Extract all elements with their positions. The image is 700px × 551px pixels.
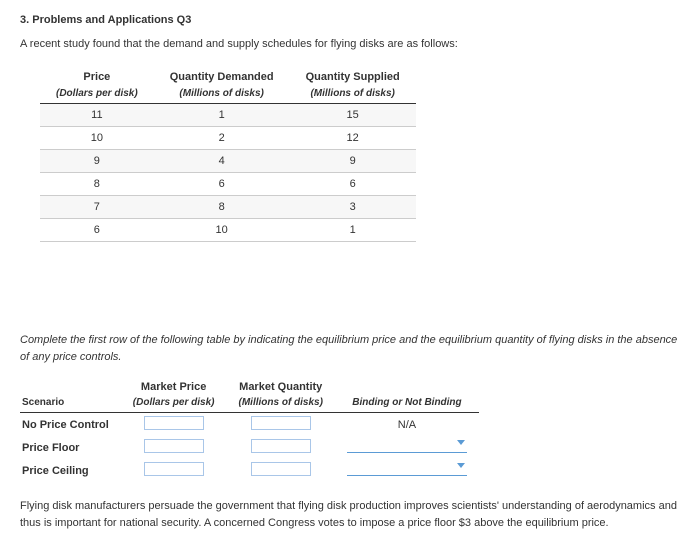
blank-head2: [335, 379, 479, 395]
binding-dropdown[interactable]: [347, 439, 467, 453]
table-row: 6101: [40, 219, 416, 242]
unit-market-qty: (Millions of disks): [227, 395, 335, 413]
qty-cell: [227, 459, 335, 482]
scenario-label: Price Ceiling: [20, 459, 121, 482]
table-row: 11115: [40, 104, 416, 127]
cell: 2: [154, 127, 290, 150]
unit-qs: (Millions of disks): [290, 86, 416, 104]
blank-head: [20, 379, 121, 395]
question-heading: 3. Problems and Applications Q3: [20, 14, 680, 26]
market-qty-input[interactable]: [251, 416, 311, 430]
cell: 6: [154, 173, 290, 196]
answer-table: Market Price Market Quantity Scenario (D…: [20, 379, 479, 482]
cell: 9: [40, 150, 154, 173]
intro-text: A recent study found that the demand and…: [20, 38, 680, 50]
price-cell: [121, 459, 227, 482]
unit-market-price: (Dollars per disk): [121, 395, 227, 413]
data-body: 11115102129498667836101: [40, 104, 416, 242]
cell: 11: [40, 104, 154, 127]
answer-body: No Price Control N/A Price FloorPrice Ceil…: [20, 413, 479, 483]
answer-row: Price Ceiling: [20, 459, 479, 482]
cell: 7: [40, 196, 154, 219]
cell: 6: [290, 173, 416, 196]
price-cell: [121, 436, 227, 459]
answer-row: Price Floor: [20, 436, 479, 459]
market-qty-input[interactable]: [251, 462, 311, 476]
cell: 8: [40, 173, 154, 196]
cell: 15: [290, 104, 416, 127]
market-price-input[interactable]: [144, 439, 204, 453]
cell: 3: [290, 196, 416, 219]
table-row: 10212: [40, 127, 416, 150]
chevron-down-icon: [457, 440, 465, 445]
price-cell: [121, 413, 227, 437]
footer-text: Flying disk manufacturers persuade the g…: [20, 498, 680, 531]
col-scenario: Scenario: [20, 395, 121, 413]
scenario-label: Price Floor: [20, 436, 121, 459]
cell: 10: [154, 219, 290, 242]
cell: 8: [154, 196, 290, 219]
cell: 4: [154, 150, 290, 173]
table-row: 866: [40, 173, 416, 196]
table-row: 783: [40, 196, 416, 219]
market-qty-input[interactable]: [251, 439, 311, 453]
supply-demand-table: Price Quantity Demanded Quantity Supplie…: [40, 68, 416, 242]
chevron-down-icon: [457, 463, 465, 468]
binding-dropdown[interactable]: [347, 462, 467, 476]
table-row: 949: [40, 150, 416, 173]
col-market-price: Market Price: [121, 379, 227, 395]
unit-price: (Dollars per disk): [40, 86, 154, 104]
binding-cell: N/A: [335, 413, 479, 437]
cell: 9: [290, 150, 416, 173]
binding-cell: [335, 436, 479, 459]
cell: 12: [290, 127, 416, 150]
col-qd: Quantity Demanded: [154, 68, 290, 86]
col-market-qty: Market Quantity: [227, 379, 335, 395]
cell: 1: [154, 104, 290, 127]
binding-cell: [335, 459, 479, 482]
answer-row: No Price Control N/A: [20, 413, 479, 437]
cell: 6: [40, 219, 154, 242]
col-price: Price: [40, 68, 154, 86]
scenario-label: No Price Control: [20, 413, 121, 437]
col-qs: Quantity Supplied: [290, 68, 416, 86]
col-binding: Binding or Not Binding: [335, 395, 479, 413]
cell: 10: [40, 127, 154, 150]
market-price-input[interactable]: [144, 462, 204, 476]
qty-cell: [227, 436, 335, 459]
market-price-input[interactable]: [144, 416, 204, 430]
cell: 1: [290, 219, 416, 242]
unit-qd: (Millions of disks): [154, 86, 290, 104]
qty-cell: [227, 413, 335, 437]
instruction-text: Complete the first row of the following …: [20, 332, 680, 365]
